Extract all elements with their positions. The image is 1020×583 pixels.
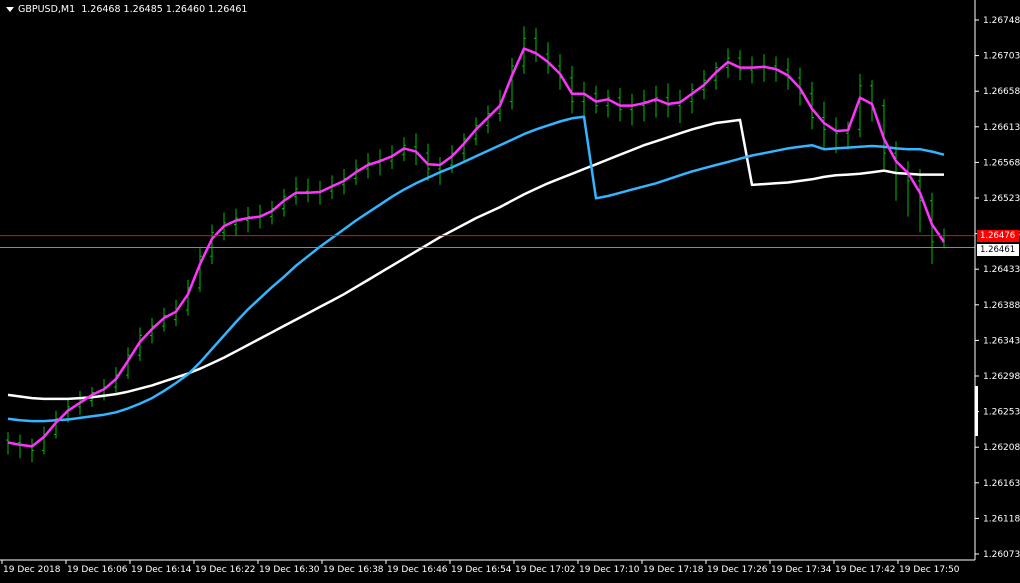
time-tick-label: 19 Dec 17:34: [771, 565, 832, 575]
time-tick-label: 19 Dec 16:38: [323, 565, 384, 575]
price-tick-label: 1.26523: [983, 194, 1020, 204]
price-tick-label: 1.26433: [983, 265, 1020, 275]
time-tick-label: 19 Dec 17:26: [707, 565, 768, 575]
price-tick-label: 1.26568: [983, 158, 1020, 168]
price-tick-label: 1.26343: [983, 336, 1020, 346]
price-tick-label: 1.26298: [983, 372, 1020, 382]
time-tick-label: 19 Dec 17:02: [515, 565, 576, 575]
bid-price-tag: 1.26461: [977, 244, 1019, 257]
time-tick-label: 19 Dec 16:06: [67, 565, 128, 575]
time-tick-label: 19 Dec 2018: [3, 565, 61, 575]
time-tick-label: 19 Dec 16:46: [387, 565, 448, 575]
time-tick-label: 19 Dec 17:50: [899, 565, 960, 575]
price-tick-label: 1.26748: [983, 16, 1020, 26]
price-tick-label: 1.26388: [983, 301, 1020, 311]
symbol-label: GBPUSD,M1: [18, 4, 76, 15]
price-tick-label: 1.26703: [983, 52, 1020, 62]
ask-price-tag: 1.26476: [977, 229, 1019, 242]
price-tick-label: 1.26208: [983, 443, 1020, 453]
ohlc-label: 1.26468 1.26485 1.26460 1.26461: [81, 4, 248, 15]
price-chart[interactable]: 1.26748 1.26703 1.26658 1.26613 1.26568 1.265…: [0, 0, 1020, 579]
chevron-down-icon[interactable]: [6, 7, 14, 12]
price-tick-label: 1.26163: [983, 479, 1020, 489]
time-tick-label: 19 Dec 17:18: [643, 565, 704, 575]
chart-canvas[interactable]: 1.26748 1.26703 1.26658 1.26613 1.26568 1.265…: [0, 0, 1020, 579]
price-tick-label: 1.26658: [983, 87, 1020, 97]
time-tick-label: 19 Dec 17:42: [835, 565, 896, 575]
symbol-info-bar[interactable]: GBPUSD,M1 1.26468 1.26485 1.26460 1.2646…: [6, 4, 247, 15]
time-tick-label: 19 Dec 16:22: [195, 565, 256, 575]
time-tick-label: 19 Dec 17:10: [579, 565, 640, 575]
price-tick-label: 1.26613: [983, 123, 1020, 133]
chart-shift-marker[interactable]: [975, 386, 978, 436]
time-tick-label: 19 Dec 16:30: [259, 565, 320, 575]
price-tick-label: 1.26253: [983, 408, 1020, 418]
price-tick-label: 1.26073: [983, 550, 1020, 560]
time-tick-label: 19 Dec 16:54: [451, 565, 512, 575]
time-tick-label: 19 Dec 16:14: [131, 565, 192, 575]
price-tick-label: 1.26118: [983, 514, 1020, 524]
